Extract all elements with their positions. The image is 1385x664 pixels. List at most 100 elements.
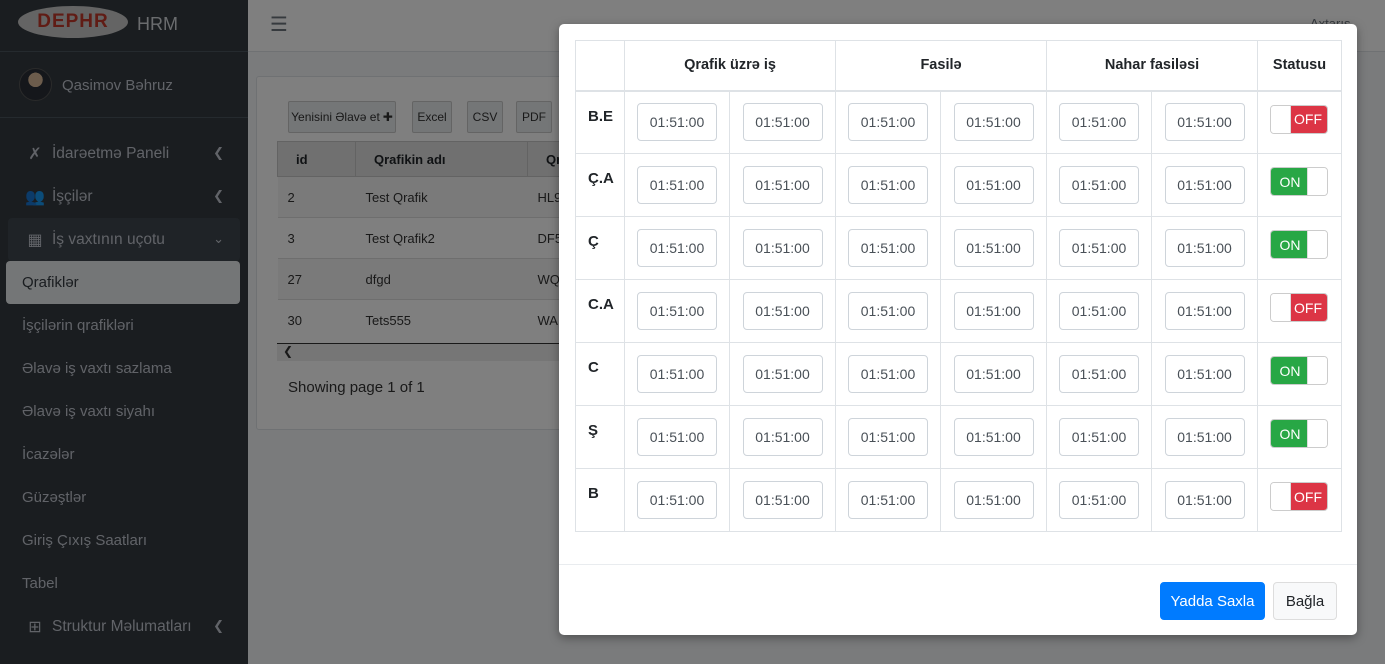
time-cell (939, 342, 1048, 406)
break-end-input[interactable] (953, 418, 1034, 456)
schedule-end-input[interactable] (742, 481, 823, 519)
header-day (575, 40, 625, 92)
day-label: B.E (575, 90, 625, 154)
toggle-on-label: ON (1271, 420, 1310, 447)
lunch-start-input[interactable] (1059, 355, 1140, 393)
status-cell: OFF (1257, 279, 1343, 343)
lunch-end-input[interactable] (1164, 355, 1245, 393)
time-cell (624, 468, 730, 532)
schedule-start-input[interactable] (637, 103, 717, 142)
toggle-knob (1271, 294, 1292, 321)
lunch-start-input[interactable] (1059, 229, 1140, 267)
modal-footer: Yadda Saxla Bağla (559, 564, 1357, 635)
status-toggle[interactable]: ON (1270, 419, 1329, 448)
lunch-start-input[interactable] (1059, 418, 1140, 456)
status-toggle[interactable]: OFF (1270, 104, 1329, 134)
time-cell (624, 90, 730, 154)
status-cell: OFF (1257, 90, 1343, 154)
schedule-start-input[interactable] (637, 166, 717, 204)
time-cell (1046, 468, 1153, 532)
toggle-knob (1271, 105, 1292, 133)
close-button[interactable]: Bağla (1273, 582, 1337, 620)
time-cell (1046, 342, 1153, 406)
schedule-row: Ç.A ON (575, 153, 1343, 217)
break-end-input[interactable] (953, 355, 1034, 393)
time-cell (939, 216, 1048, 280)
lunch-start-input[interactable] (1059, 166, 1140, 204)
break-start-input[interactable] (848, 481, 928, 519)
schedule-end-input[interactable] (742, 418, 823, 456)
toggle-off-label: OFF (1289, 483, 1328, 510)
schedule-end-input[interactable] (742, 292, 823, 330)
break-start-input[interactable] (848, 166, 928, 204)
schedule-start-input[interactable] (637, 481, 717, 519)
day-label: B (575, 468, 625, 532)
toggle-off-label: OFF (1289, 294, 1328, 321)
lunch-start-input[interactable] (1059, 103, 1140, 142)
lunch-end-input[interactable] (1164, 481, 1245, 519)
time-cell (835, 405, 941, 469)
time-cell (624, 153, 730, 217)
time-cell (624, 405, 730, 469)
time-cell (1151, 216, 1259, 280)
header-schedule-work: Qrafik üzrə iş (624, 40, 836, 92)
status-toggle[interactable]: ON (1270, 356, 1329, 385)
save-button[interactable]: Yadda Saxla (1160, 582, 1265, 620)
day-label: C.A (575, 279, 625, 343)
schedule-table: Qrafik üzrə iş Fasilə Nahar fasiləsi Sta… (575, 40, 1343, 532)
break-start-input[interactable] (848, 418, 928, 456)
schedule-start-input[interactable] (637, 418, 717, 456)
time-cell (939, 153, 1048, 217)
time-cell (939, 468, 1048, 532)
break-start-input[interactable] (848, 229, 928, 267)
schedule-end-input[interactable] (742, 166, 823, 204)
schedule-end-input[interactable] (742, 229, 823, 267)
lunch-start-input[interactable] (1059, 292, 1140, 330)
schedule-end-input[interactable] (742, 103, 823, 142)
time-cell (939, 279, 1048, 343)
break-end-input[interactable] (953, 292, 1034, 330)
lunch-end-input[interactable] (1164, 292, 1245, 330)
lunch-end-input[interactable] (1164, 229, 1245, 267)
time-cell (835, 468, 941, 532)
time-cell (1046, 153, 1153, 217)
toggle-on-label: ON (1271, 168, 1310, 195)
day-label: Ç.A (575, 153, 625, 217)
break-end-input[interactable] (953, 229, 1034, 267)
time-cell (1046, 90, 1153, 154)
break-end-input[interactable] (953, 166, 1034, 204)
lunch-end-input[interactable] (1164, 103, 1245, 142)
status-toggle[interactable]: OFF (1270, 293, 1329, 322)
lunch-start-input[interactable] (1059, 481, 1140, 519)
day-label: Ş (575, 405, 625, 469)
status-toggle[interactable]: ON (1270, 230, 1329, 259)
schedule-row: C.A OFF (575, 279, 1343, 343)
time-cell (1151, 90, 1259, 154)
time-cell (939, 90, 1048, 154)
status-toggle[interactable]: OFF (1270, 482, 1329, 511)
time-cell (835, 216, 941, 280)
schedule-start-input[interactable] (637, 292, 717, 330)
schedule-start-input[interactable] (637, 229, 717, 267)
time-cell (624, 216, 730, 280)
break-end-input[interactable] (953, 481, 1034, 519)
break-start-input[interactable] (848, 355, 928, 393)
toggle-knob (1307, 357, 1328, 384)
lunch-end-input[interactable] (1164, 418, 1245, 456)
break-start-input[interactable] (848, 103, 928, 142)
lunch-end-input[interactable] (1164, 166, 1245, 204)
time-cell (1046, 405, 1153, 469)
header-break: Fasilə (834, 40, 1048, 92)
break-end-input[interactable] (953, 103, 1034, 142)
time-cell (729, 279, 836, 343)
break-start-input[interactable] (848, 292, 928, 330)
status-toggle[interactable]: ON (1270, 167, 1329, 196)
schedule-end-input[interactable] (742, 355, 823, 393)
toggle-knob (1307, 420, 1328, 447)
schedule-start-input[interactable] (637, 355, 717, 393)
time-cell (1046, 279, 1153, 343)
time-cell (1151, 279, 1259, 343)
status-cell: ON (1257, 153, 1343, 217)
time-cell (1046, 216, 1153, 280)
time-cell (1151, 153, 1259, 217)
